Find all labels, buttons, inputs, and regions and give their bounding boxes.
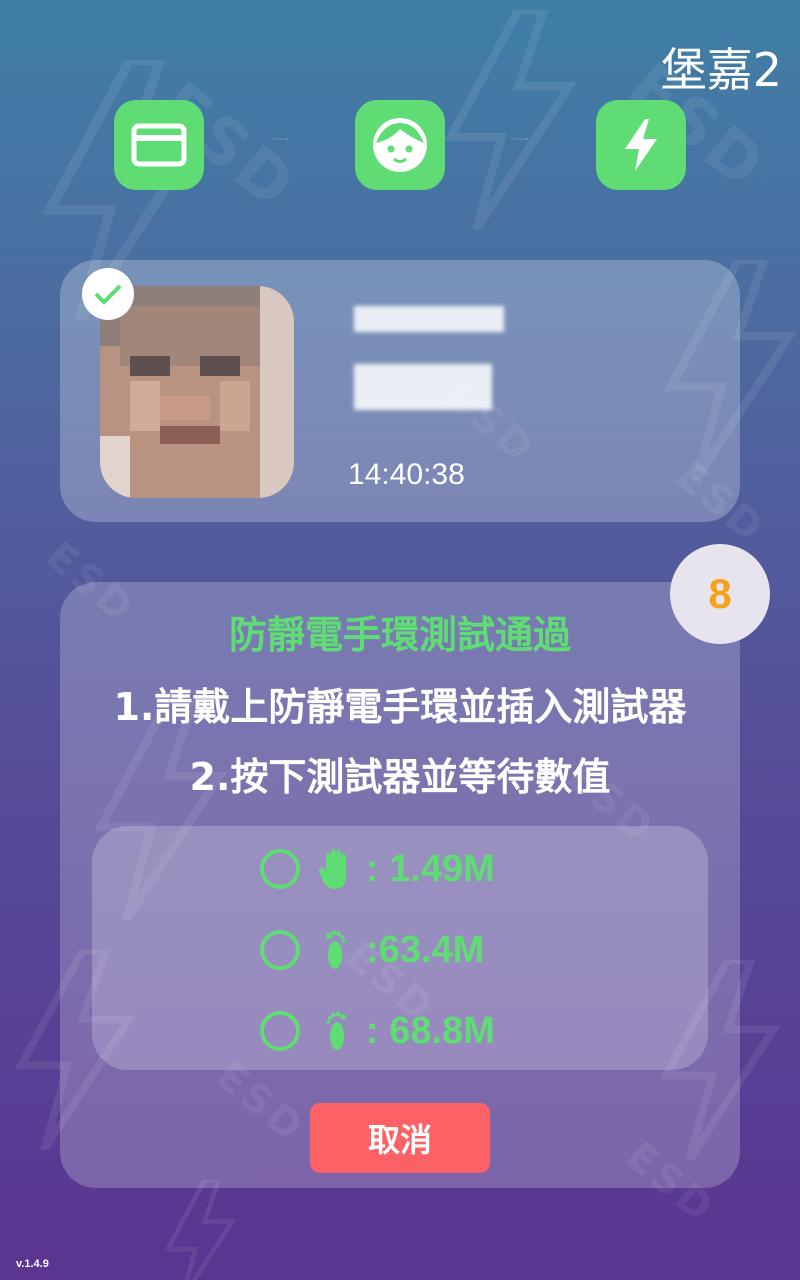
user-time: 14:40:38 <box>348 458 465 491</box>
lightning-icon <box>625 119 657 171</box>
right-foot-icon <box>314 1007 358 1055</box>
face-icon <box>373 118 427 172</box>
test-card: 防靜電手環測試通過 1.請戴上防靜電手環並插入測試器 2.按下測試器並等待數值 … <box>60 582 740 1188</box>
step-esd <box>596 100 686 190</box>
user-card: 14:40:38 <box>60 260 740 522</box>
id-card-icon <box>131 123 187 167</box>
blurred-user-id <box>354 306 504 332</box>
result-row-right-foot: : 68.8M <box>260 1007 495 1055</box>
left-foot-icon <box>314 926 358 974</box>
arrow-icon <box>271 138 288 140</box>
instruction-2: 2.按下測試器並等待數值 <box>189 755 611 799</box>
blurred-user-name <box>354 364 492 410</box>
result-row-hand: : 1.49M <box>260 845 495 893</box>
results-box: : 1.49M :63.4M: 68.8M <box>92 826 708 1070</box>
status-ring-icon <box>260 1011 300 1051</box>
test-status: 防靜電手環測試通過 <box>228 613 571 657</box>
step-face <box>355 100 445 190</box>
user-photo <box>100 286 294 498</box>
status-ring-icon <box>260 930 300 970</box>
hand-icon <box>314 845 358 893</box>
site-label: 堡嘉2 <box>660 43 782 97</box>
result-row-left-foot: :63.4M <box>260 926 484 974</box>
left-foot-value: :63.4M <box>366 928 485 971</box>
hand-value: : 1.49M <box>366 847 495 890</box>
instruction-1: 1.請戴上防靜電手環並插入測試器 <box>113 685 687 729</box>
right-foot-value: : 68.8M <box>366 1009 495 1052</box>
status-ring-icon <box>260 849 300 889</box>
countdown-badge: 8 <box>670 544 770 644</box>
step-progress <box>114 100 686 190</box>
checkmark-icon <box>94 284 122 305</box>
cancel-button[interactable]: 取消 <box>310 1103 490 1173</box>
step-card <box>114 100 204 190</box>
arrow-icon <box>511 138 528 140</box>
version-label: v.1.4.9 <box>16 1258 49 1270</box>
verified-badge <box>82 268 134 320</box>
